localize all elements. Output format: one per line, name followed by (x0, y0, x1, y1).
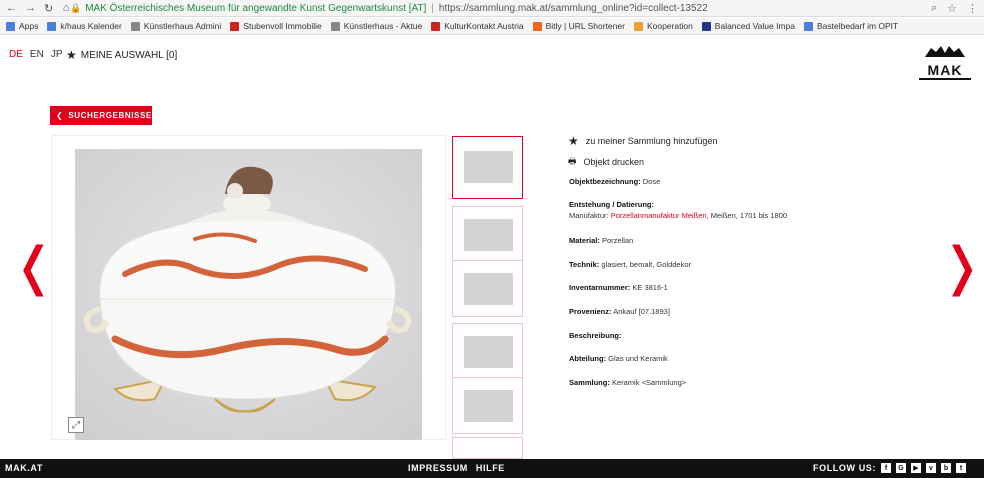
add-to-collection-button[interactable]: ★ zu meiner Sammlung hinzufügen (568, 134, 717, 148)
bookmark-favicon-icon (803, 21, 813, 31)
address-bar[interactable]: 🔒 MAK Österreichisches Museum für angewa… (70, 2, 931, 15)
info-inventarnummer: Inventarnummer: KE 3816-1 (569, 283, 668, 292)
thumbnail[interactable] (452, 136, 523, 199)
site-link[interactable]: MAK.AT (5, 463, 43, 473)
thumbnail[interactable] (452, 323, 523, 380)
object-image[interactable] (75, 149, 422, 440)
bookmark-label: Kooperation (646, 21, 693, 31)
info-technik: Technik: glasiert, bemalt, Golddekor (569, 260, 692, 269)
thumbnail-image (464, 273, 513, 305)
bookmark-item[interactable]: Bitly | URL Shortener (532, 21, 625, 31)
bookmark-favicon-icon (130, 21, 140, 31)
lang-de[interactable]: DE (9, 49, 23, 60)
print-object-label: Objekt drucken (583, 157, 645, 167)
lang-en[interactable]: EN (30, 49, 44, 60)
logo-text: MAK (927, 62, 963, 78)
language-switcher: DE EN JP (9, 49, 62, 60)
bookmark-favicon-icon (532, 21, 542, 31)
thumbnail-image (464, 219, 513, 251)
bookmark-item[interactable]: Apps (6, 21, 38, 31)
meine-auswahl-link[interactable]: ★ MEINE AUSWAHL [0] (66, 48, 177, 62)
star-icon: ★ (66, 48, 77, 62)
hilfe-link[interactable]: HILFE (476, 463, 505, 473)
menu-icon[interactable]: ⋮ (967, 2, 978, 15)
bookmark-favicon-icon (431, 21, 441, 31)
bookmark-item[interactable]: k/haus Kalender (47, 21, 122, 31)
info-material: Material: Porzellan (569, 236, 634, 245)
bookmark-item[interactable]: Kooperation (633, 21, 693, 31)
bookmark-label: k/haus Kalender (60, 21, 122, 31)
thumbnail[interactable] (452, 437, 523, 459)
lang-jp[interactable]: JP (51, 49, 63, 60)
bookmark-star-icon[interactable]: ☆ (947, 2, 957, 15)
next-arrow-icon[interactable]: ❭ (940, 241, 984, 293)
bookmark-label: Stubenvoll Immobilie (243, 21, 322, 31)
star-icon: ★ (568, 134, 579, 148)
home-icon[interactable]: ⌂ (62, 2, 70, 15)
back-icon[interactable]: ← (6, 2, 17, 15)
bookmark-label: KulturKontakt Austria (444, 21, 524, 31)
bookmark-label: Bastelbedarf im OPIT (816, 21, 899, 31)
add-to-collection-label: zu meiner Sammlung hinzufügen (585, 136, 718, 146)
info-abteilung: Abteilung: Glas und Keramik (569, 354, 668, 363)
thumbnail-image (464, 151, 513, 183)
printer-icon: 🖶 (568, 156, 577, 166)
footer: MAK.AT IMPRESSUM HILFE FOLLOW US: f G ▶ … (0, 459, 984, 478)
vimeo-icon[interactable]: v (926, 463, 936, 473)
info-provenienz: Provenienz: Ankauf [07.1893] (569, 307, 670, 316)
site-identity: MAK Österreichisches Museum für angewand… (85, 2, 427, 14)
previous-arrow-icon[interactable]: ❬ (12, 241, 56, 293)
impressum-link[interactable]: IMPRESSUM (408, 463, 468, 473)
chevron-left-icon: ❮ (56, 111, 64, 120)
bookmark-item[interactable]: Bastelbedarf im OPIT (803, 21, 899, 31)
back-to-results-label: SUCHERGEBNISSE (68, 111, 152, 120)
bookmark-item[interactable]: Balanced Value Impa (701, 21, 795, 31)
browser-toolbar: ← → ↻ ⌂ 🔒 MAK Österreichisches Museum fü… (0, 0, 984, 17)
manufaktur-link[interactable]: Porzellanmanufaktur Meißen (611, 211, 707, 220)
follow-us-label: FOLLOW US: (813, 463, 876, 473)
bookmark-label: Apps (19, 21, 39, 31)
bookmark-favicon-icon (701, 21, 711, 31)
bookmark-item[interactable]: Stubenvoll Immobilie (230, 21, 322, 31)
bookmarks-bar: Apps k/haus Kalender Künstlerhaus Admini St… (0, 18, 984, 35)
meine-auswahl-label: MEINE AUSWAHL [0] (80, 49, 178, 61)
thumbnail-image (464, 336, 513, 368)
reload-icon[interactable]: ↻ (44, 2, 53, 15)
bookmark-favicon-icon (633, 21, 643, 31)
bookmark-label: Balanced Value Impa (714, 21, 795, 31)
info-objektbezeichnung: Objektbezeichnung: Dose (569, 177, 661, 186)
bookmark-favicon-icon (47, 21, 57, 31)
twitter-icon[interactable]: t (956, 463, 966, 473)
lock-icon: 🔒 (70, 2, 82, 13)
forward-icon[interactable]: → (25, 2, 36, 15)
thumbnail-image (464, 390, 513, 422)
bookmark-item[interactable]: KulturKontakt Austria (431, 21, 524, 31)
youtube-icon[interactable]: ▶ (911, 463, 921, 473)
mak-logo[interactable]: MAK (919, 44, 971, 80)
zoom-icon[interactable]: ⌕ (931, 2, 937, 15)
tureen-illustration (75, 149, 422, 440)
bookmark-label: Bitly | URL Shortener (545, 21, 625, 31)
bookmark-label: Künstlerhaus Admini (143, 21, 222, 31)
thumbnail[interactable] (452, 206, 523, 263)
google-plus-icon[interactable]: G (896, 463, 906, 473)
logo-animals-icon (925, 46, 965, 57)
fullscreen-icon[interactable]: ⤢ (68, 417, 84, 433)
bookmark-label: Künstlerhaus - Aktue (343, 21, 423, 31)
print-object-button[interactable]: 🖶 Objekt drucken (568, 154, 644, 170)
bookmark-favicon-icon (330, 21, 340, 31)
bookmark-item[interactable]: Künstlerhaus - Aktue (330, 21, 423, 31)
back-to-results-button[interactable]: ❮ SUCHERGEBNISSE (50, 106, 152, 125)
thumbnail[interactable] (452, 260, 523, 317)
apps-grid-icon (6, 21, 15, 31)
url-text[interactable]: https://sammlung.mak.at/sammlung_online?… (439, 3, 708, 14)
bookmark-favicon-icon (230, 21, 240, 31)
info-entstehung: Entstehung / Datierung: Manufaktur: Porz… (569, 200, 788, 220)
info-beschreibung: Beschreibung: (569, 331, 622, 340)
facebook-icon[interactable]: f (881, 463, 891, 473)
thumbnail[interactable] (452, 377, 523, 434)
info-sammlung: Sammlung: Keramik <Sammlung> (569, 378, 687, 387)
bookmark-item[interactable]: Künstlerhaus Admini (130, 21, 222, 31)
blog-icon[interactable]: b (941, 463, 951, 473)
